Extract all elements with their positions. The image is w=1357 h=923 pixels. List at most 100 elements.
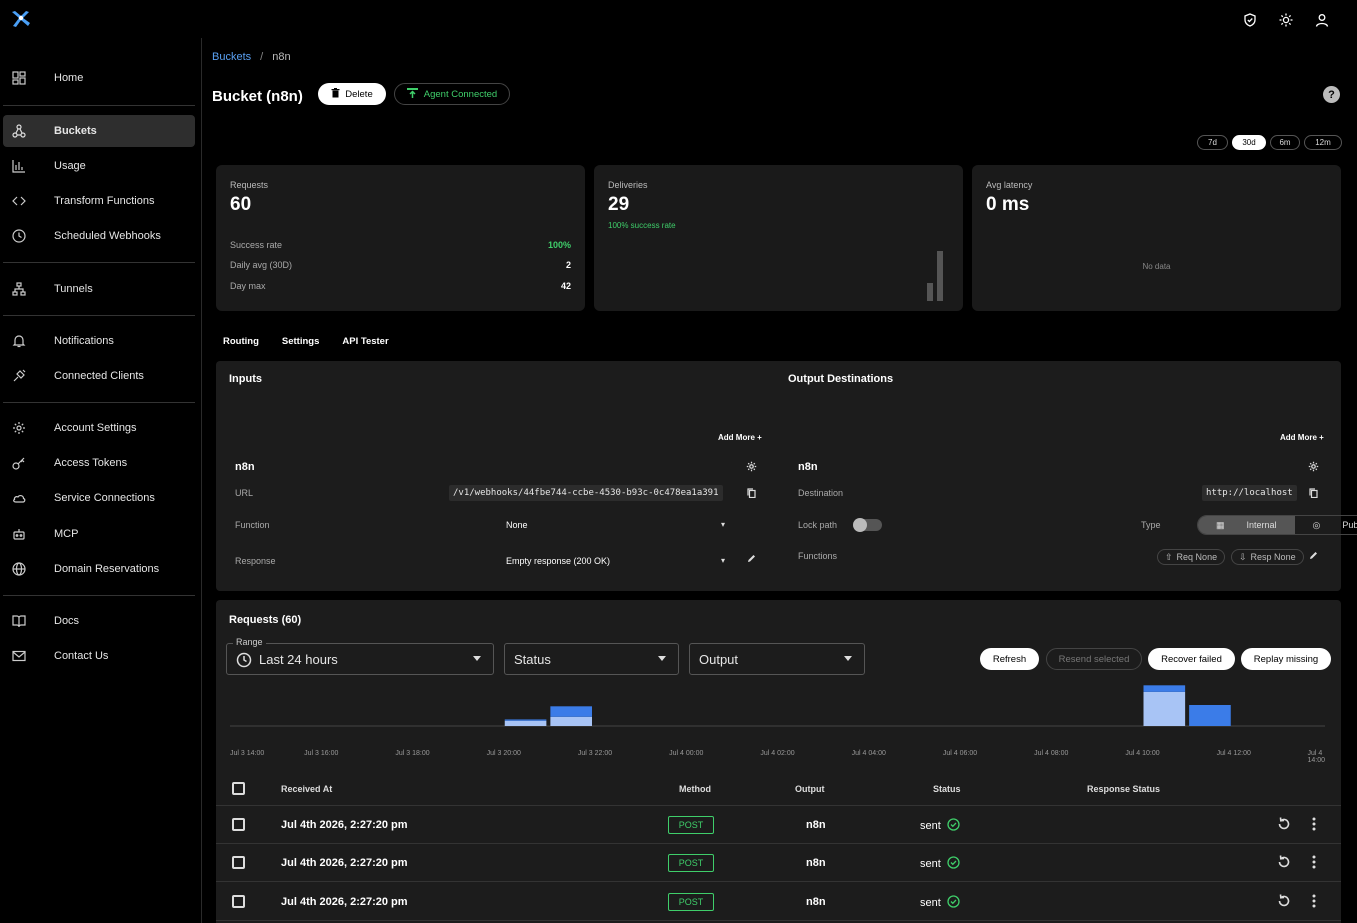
copy-destination-icon[interactable] <box>1309 488 1318 501</box>
column-received-at[interactable]: Received At <box>281 784 332 794</box>
user-icon[interactable] <box>1313 11 1331 29</box>
sun-icon[interactable] <box>1277 11 1295 29</box>
edit-response-pencil-icon[interactable] <box>747 554 756 566</box>
home-grid-icon <box>12 71 26 85</box>
replay-icon[interactable] <box>1276 854 1294 872</box>
sidebar-item-account-settings[interactable]: Account Settings <box>3 412 195 444</box>
histogram-bar-dark[interactable] <box>550 706 592 717</box>
x-tick-label: Jul 4 04:00 <box>851 750 886 757</box>
sidebar-item-transform-functions[interactable]: Transform Functions <box>3 185 195 217</box>
sidebar-item-usage[interactable]: Usage <box>3 150 195 182</box>
webhook-url-field[interactable]: /v1/webhooks/44fbe744-ccbe-4530-b93c-0c4… <box>449 485 723 501</box>
sidebar-item-label: Docs <box>54 615 80 627</box>
table-row[interactable]: Jul 4th 2026, 2:27:20 pm POST n8n sent <box>216 806 1341 844</box>
outputs-add-more-button[interactable]: Add More + <box>1280 433 1324 442</box>
histogram-bar-dark[interactable] <box>504 719 547 721</box>
sidebar-item-label: Contact Us <box>54 650 109 662</box>
globe-icon: ◎ <box>1312 519 1321 530</box>
histogram-bar-dark[interactable] <box>1189 705 1231 726</box>
sidebar-item-docs[interactable]: Docs <box>3 605 195 637</box>
chevron-down-icon[interactable]: ▾ <box>721 556 725 565</box>
shield-check-icon[interactable] <box>1241 11 1259 29</box>
replay-icon[interactable] <box>1276 816 1294 834</box>
sidebar-item-label: Access Tokens <box>54 457 128 469</box>
range-7d-button[interactable]: 7d <box>1197 135 1228 150</box>
edit-functions-pencil-icon[interactable] <box>1309 551 1318 563</box>
x-tick-label: Jul 3 20:00 <box>486 750 521 757</box>
delete-button[interactable]: Delete <box>318 83 386 105</box>
help-icon[interactable]: ? <box>1323 86 1340 103</box>
copy-url-icon[interactable] <box>747 488 756 501</box>
outputs-heading: Output Destinations <box>788 373 894 385</box>
req-function-pill[interactable]: ⇧ Req None <box>1157 549 1226 565</box>
select-all-checkbox[interactable] <box>232 782 245 795</box>
sidebar-item-notifications[interactable]: Notifications <box>3 325 195 357</box>
range-12m-button[interactable]: 12m <box>1304 135 1342 150</box>
histogram-bar-light[interactable] <box>1143 691 1186 726</box>
stat-value: 100% <box>547 240 571 250</box>
type-label: Type <box>1141 520 1161 530</box>
replay-icon[interactable] <box>1276 893 1294 911</box>
sidebar-item-access-tokens[interactable]: Access Tokens <box>3 447 195 479</box>
chevron-down-icon[interactable]: ▾ <box>721 520 725 529</box>
histogram-bar-light[interactable] <box>504 720 547 726</box>
sidebar-item-service-connections[interactable]: Service Connections <box>3 482 195 514</box>
tab-routing[interactable]: Routing <box>223 336 259 347</box>
table-row[interactable]: Jul 4th 2026, 2:27:20 pm POST n8n sent <box>216 883 1341 921</box>
replay-missing-button[interactable]: Replay missing <box>1241 648 1331 670</box>
row-checkbox[interactable] <box>232 895 245 908</box>
tab-settings[interactable]: Settings <box>282 336 319 347</box>
table-row[interactable]: Jul 4th 2026, 2:27:20 pm POST n8n sent <box>216 844 1341 882</box>
refresh-button[interactable]: Refresh <box>980 648 1039 670</box>
sidebar-item-tunnels[interactable]: Tunnels <box>3 273 195 305</box>
histogram-bar-light[interactable] <box>550 716 592 726</box>
output-name: n8n <box>798 461 818 473</box>
recover-failed-button[interactable]: Recover failed <box>1148 648 1235 670</box>
resend-selected-button[interactable]: Resend selected <box>1046 648 1142 670</box>
sidebar-item-home[interactable]: Home <box>3 62 195 94</box>
tab-api-tester[interactable]: API Tester <box>342 336 388 347</box>
app-logo-icon[interactable] <box>10 9 32 32</box>
x-tick-label: Jul 4 06:00 <box>942 750 978 757</box>
sidebar-item-scheduled-webhooks[interactable]: Scheduled Webhooks <box>3 220 195 252</box>
column-status[interactable]: Status <box>933 784 961 794</box>
range-select[interactable]: Range Last 24 hours <box>226 637 494 675</box>
sidebar-item-mcp[interactable]: MCP <box>3 518 195 550</box>
type-internal-option[interactable]: ▦ Internal <box>1198 516 1295 534</box>
status-filter-select[interactable]: Status <box>504 643 679 675</box>
stat-label: Day max <box>230 281 266 291</box>
breadcrumb-buckets-link[interactable]: Buckets <box>212 51 251 63</box>
sidebar-item-label: Connected Clients <box>54 370 144 382</box>
row-checkbox[interactable] <box>232 818 245 831</box>
output-settings-gear-icon[interactable] <box>1308 461 1319 475</box>
sidebar-item-contact-us[interactable]: Contact Us <box>3 640 195 672</box>
more-vertical-icon[interactable] <box>1306 854 1324 872</box>
agent-status-button[interactable]: Agent Connected <box>394 83 510 105</box>
resp-function-pill[interactable]: ⇩ Resp None <box>1231 549 1304 565</box>
output-filter-select[interactable]: Output <box>689 643 865 675</box>
histogram-bar-dark[interactable] <box>1143 685 1186 692</box>
sidebar-item-connected-clients[interactable]: Connected Clients <box>3 360 195 392</box>
column-output[interactable]: Output <box>795 784 825 794</box>
type-public-option[interactable]: ◎ Public <box>1295 516 1357 534</box>
sidebar-item-domain-reservations[interactable]: Domain Reservations <box>3 553 195 585</box>
more-vertical-icon[interactable] <box>1306 816 1324 834</box>
agent-connected-icon <box>406 87 418 101</box>
inputs-add-more-button[interactable]: Add More + <box>718 433 762 442</box>
lock-path-toggle[interactable] <box>853 518 882 532</box>
row-checkbox[interactable] <box>232 856 245 869</box>
sidebar-item-buckets[interactable]: Buckets <box>3 115 195 147</box>
column-method[interactable]: Method <box>679 784 711 794</box>
sidebar-item-label: MCP <box>54 528 79 540</box>
more-vertical-icon[interactable] <box>1306 893 1324 911</box>
range-30d-button[interactable]: 30d <box>1232 135 1266 150</box>
response-select[interactable]: Empty response (200 OK) <box>506 556 610 566</box>
destination-url-field[interactable]: http://localhost <box>1202 485 1297 501</box>
range-6m-button[interactable]: 6m <box>1270 135 1300 150</box>
function-select[interactable]: None <box>506 520 528 530</box>
inputs-heading: Inputs <box>229 373 262 385</box>
column-response-status[interactable]: Response Status <box>1087 784 1160 794</box>
gear-icon <box>12 421 26 435</box>
input-settings-gear-icon[interactable] <box>746 461 757 475</box>
input-name: n8n <box>235 461 255 473</box>
